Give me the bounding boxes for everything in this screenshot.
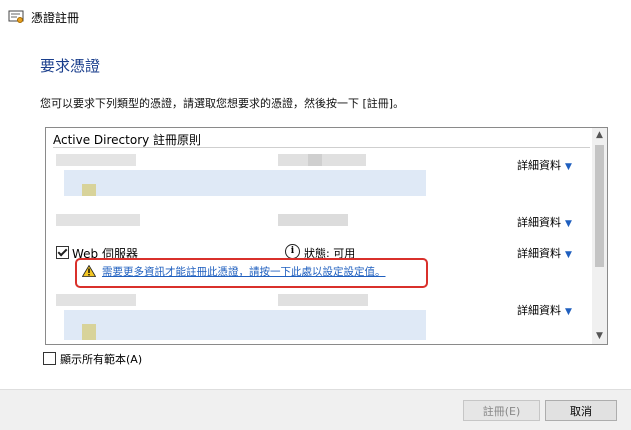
redacted-text	[278, 294, 368, 306]
page-description: 您可以要求下列類型的憑證，請選取您想要求的憑證，然後按一下 [註冊]。	[40, 97, 405, 110]
redacted-text	[56, 154, 136, 166]
chevron-down-icon: ▼	[565, 162, 572, 172]
show-all-templates-label: 顯示所有範本(A)	[60, 353, 143, 366]
details-toggle[interactable]: 詳細資料 ▼	[517, 157, 572, 173]
redacted-block	[82, 184, 96, 196]
redacted-block	[82, 324, 96, 340]
cancel-button[interactable]: 取消	[545, 400, 617, 421]
redacted-text	[308, 154, 322, 166]
enroll-button[interactable]: 註冊(E)	[463, 400, 540, 421]
redacted-block	[64, 170, 426, 196]
dialog-footer: 註冊(E) 取消	[0, 389, 631, 430]
chevron-down-icon: ▼	[565, 250, 572, 260]
web-server-checkbox[interactable]	[56, 246, 69, 259]
scroll-up-icon[interactable]: ▲	[592, 128, 607, 143]
certificate-list[interactable]: Active Directory 註冊原則 詳細資料 ▼ 詳細資料 ▼ Web 伺服…	[45, 127, 608, 345]
chevron-down-icon: ▼	[565, 307, 572, 317]
scroll-down-icon[interactable]: ▼	[592, 329, 607, 344]
vertical-scrollbar[interactable]: ▲ ▼	[592, 128, 607, 344]
details-toggle[interactable]: 詳細資料 ▼	[517, 302, 572, 318]
redacted-block	[64, 310, 426, 340]
redacted-text	[278, 154, 366, 166]
chevron-down-icon: ▼	[565, 219, 572, 229]
info-icon: i	[285, 244, 300, 259]
scroll-thumb[interactable]	[595, 145, 604, 267]
policy-header: Active Directory 註冊原則	[53, 133, 202, 147]
redacted-text	[278, 214, 348, 226]
title-bar: 憑證註冊	[0, 0, 631, 34]
certificate-icon	[8, 10, 24, 23]
show-all-templates-checkbox[interactable]	[43, 352, 56, 365]
details-toggle[interactable]: 詳細資料 ▼	[517, 214, 572, 230]
annotation-highlight-box	[75, 258, 428, 288]
redacted-text	[56, 294, 136, 306]
details-toggle[interactable]: 詳細資料 ▼	[517, 245, 572, 261]
redacted-text	[56, 214, 140, 226]
window-title: 憑證註冊	[31, 11, 80, 25]
page-heading: 要求憑證	[40, 57, 101, 75]
header-divider	[53, 147, 590, 148]
